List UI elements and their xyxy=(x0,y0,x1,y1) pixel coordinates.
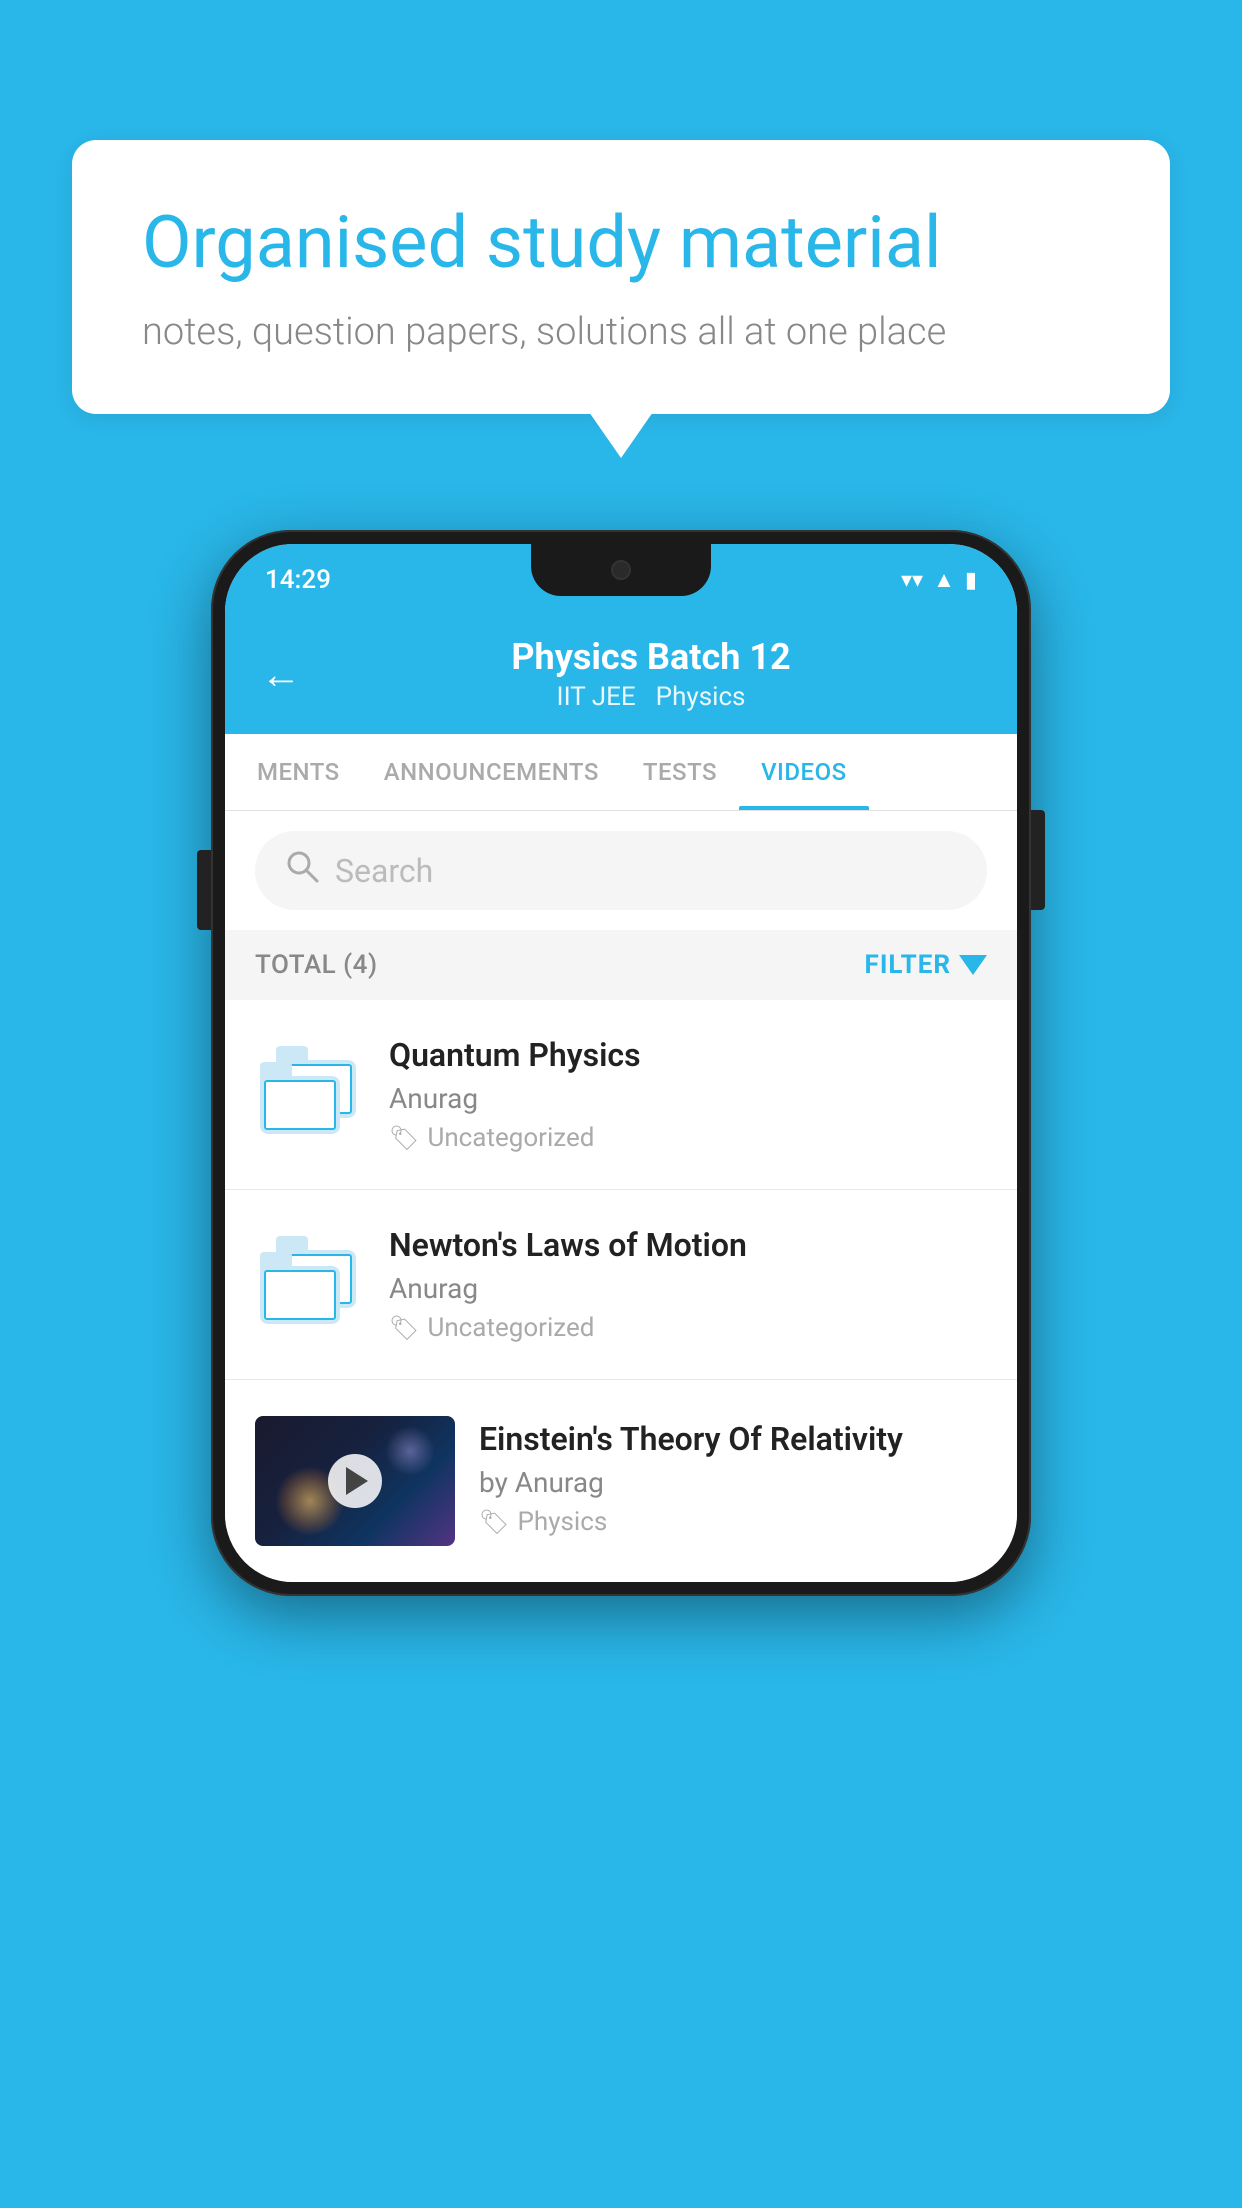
tabs-bar: MENTS ANNOUNCEMENTS TESTS VIDEOS xyxy=(225,734,1017,811)
tab-videos[interactable]: VIDEOS xyxy=(739,734,869,810)
video-title-1: Quantum Physics xyxy=(389,1036,987,1074)
tab-announcements[interactable]: ANNOUNCEMENTS xyxy=(362,734,621,810)
battery-icon: ▮ xyxy=(965,568,977,593)
video-list: Quantum Physics Anurag 🏷 Uncategorized xyxy=(225,1000,1017,1582)
search-bar[interactable]: Search xyxy=(255,831,987,910)
video-author-3: by Anurag xyxy=(479,1466,987,1499)
phone-outer: 14:29 ▾▾ ▲ ▮ ← Physics Batch 12 IIT JEE xyxy=(211,530,1031,1596)
play-icon-3 xyxy=(346,1467,368,1495)
tag-icon-2: 🏷 xyxy=(389,1314,419,1342)
tab-ments[interactable]: MENTS xyxy=(235,734,362,810)
speech-bubble-section: Organised study material notes, question… xyxy=(72,140,1170,414)
video-title-3: Einstein's Theory Of Relativity xyxy=(479,1420,987,1458)
total-count: TOTAL (4) xyxy=(255,950,378,980)
signal-icon: ▲ xyxy=(933,567,955,593)
back-button[interactable]: ← xyxy=(261,651,301,698)
header-tag-iitjee: IIT JEE xyxy=(557,682,636,712)
search-container: Search xyxy=(225,811,1017,930)
video-info-3: Einstein's Theory Of Relativity by Anura… xyxy=(479,1416,987,1537)
wifi-icon: ▾▾ xyxy=(901,568,923,593)
search-input[interactable]: Search xyxy=(335,852,433,890)
video-thumb-2 xyxy=(255,1226,365,1336)
video-info-1: Quantum Physics Anurag 🏷 Uncategorized xyxy=(389,1036,987,1153)
header-tags: IIT JEE Physics xyxy=(321,682,981,712)
header-tag-physics: Physics xyxy=(656,682,746,712)
phone-wrapper: 14:29 ▾▾ ▲ ▮ ← Physics Batch 12 IIT JEE xyxy=(211,530,1031,1596)
phone-notch xyxy=(531,544,711,596)
thumb-glow-2 xyxy=(385,1426,435,1476)
app-header: ← Physics Batch 12 IIT JEE Physics xyxy=(225,616,1017,734)
video-title-2: Newton's Laws of Motion xyxy=(389,1226,987,1264)
status-icons: ▾▾ ▲ ▮ xyxy=(901,567,977,593)
video-tag-2: 🏷 Uncategorized xyxy=(389,1313,987,1343)
video-author-2: Anurag xyxy=(389,1272,987,1305)
status-bar: 14:29 ▾▾ ▲ ▮ xyxy=(225,544,1017,616)
filter-icon xyxy=(959,955,987,975)
video-item-1[interactable]: Quantum Physics Anurag 🏷 Uncategorized xyxy=(225,1000,1017,1190)
play-button-3[interactable] xyxy=(328,1454,382,1508)
video-item-3[interactable]: Einstein's Theory Of Relativity by Anura… xyxy=(225,1380,1017,1582)
folder-icon-2 xyxy=(260,1236,360,1326)
camera-dot xyxy=(611,560,631,580)
video-thumbnail-3 xyxy=(255,1416,455,1546)
folder-icon-1 xyxy=(260,1046,360,1136)
bubble-title: Organised study material xyxy=(142,200,1100,286)
filter-bar: TOTAL (4) FILTER xyxy=(225,930,1017,1000)
speech-bubble-card: Organised study material notes, question… xyxy=(72,140,1170,414)
header-title-block: Physics Batch 12 IIT JEE Physics xyxy=(321,636,981,712)
filter-button[interactable]: FILTER xyxy=(865,950,987,980)
header-title: Physics Batch 12 xyxy=(321,636,981,678)
tag-icon-3: 🏷 xyxy=(479,1508,509,1536)
video-info-2: Newton's Laws of Motion Anurag 🏷 Uncateg… xyxy=(389,1226,987,1343)
status-time: 14:29 xyxy=(265,565,331,595)
video-item-2[interactable]: Newton's Laws of Motion Anurag 🏷 Uncateg… xyxy=(225,1190,1017,1380)
phone-screen: 14:29 ▾▾ ▲ ▮ ← Physics Batch 12 IIT JEE xyxy=(225,544,1017,1582)
video-author-1: Anurag xyxy=(389,1082,987,1115)
video-thumb-1 xyxy=(255,1036,365,1146)
search-icon xyxy=(285,849,319,892)
tag-icon-1: 🏷 xyxy=(389,1124,419,1152)
video-tag-1: 🏷 Uncategorized xyxy=(389,1123,987,1153)
tab-tests[interactable]: TESTS xyxy=(621,734,739,810)
bubble-subtitle: notes, question papers, solutions all at… xyxy=(142,310,1100,354)
video-tag-3: 🏷 Physics xyxy=(479,1507,987,1537)
